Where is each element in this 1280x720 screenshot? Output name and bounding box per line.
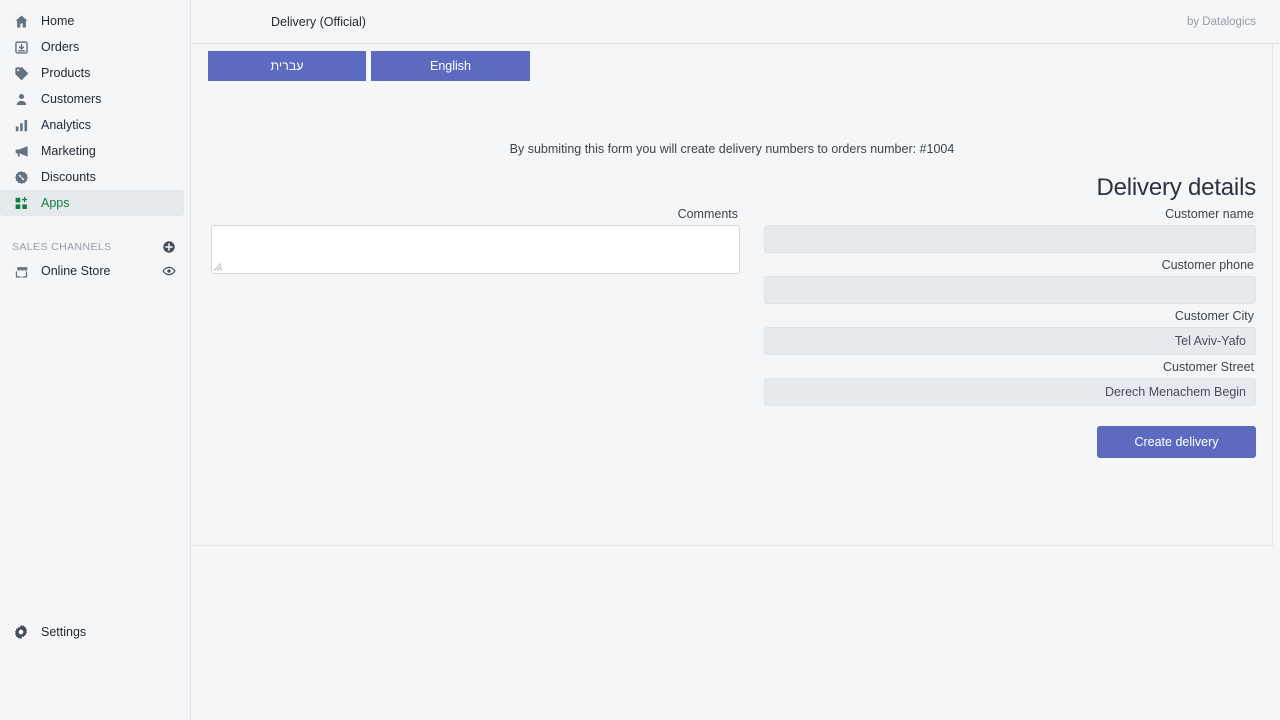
- sidebar-item-home[interactable]: Home: [0, 8, 184, 34]
- sidebar-item-label: Products: [41, 66, 90, 80]
- customer-street-label: Customer Street: [764, 360, 1256, 378]
- products-icon: [12, 64, 30, 82]
- sales-channels-title: SALES CHANNELS: [12, 241, 112, 253]
- customer-name-input[interactable]: [764, 225, 1256, 253]
- sidebar-item-label: Home: [41, 14, 74, 28]
- sidebar-item-customers[interactable]: Customers: [0, 86, 184, 112]
- gear-icon: [12, 623, 30, 641]
- sidebar-item-label: Discounts: [41, 170, 96, 184]
- eye-icon[interactable]: [162, 264, 176, 278]
- sidebar-item-settings[interactable]: Settings: [0, 619, 98, 645]
- customer-city-input[interactable]: [764, 327, 1256, 355]
- sidebar-item-orders[interactable]: Orders: [0, 34, 184, 60]
- form-note: By submiting this form you will create d…: [191, 142, 1273, 156]
- customer-name-field: Customer name: [764, 207, 1256, 253]
- sidebar-spacer: [0, 216, 190, 232]
- app-title: Delivery (Official): [271, 15, 366, 29]
- marketing-icon: [12, 142, 30, 160]
- sidebar-item-label: Apps: [41, 196, 70, 210]
- customer-phone-input[interactable]: [764, 276, 1256, 304]
- comments-column: Comments: [208, 207, 740, 279]
- settings-label: Settings: [41, 625, 86, 639]
- analytics-icon: [12, 116, 30, 134]
- page-scrollbar[interactable]: [1272, 44, 1280, 720]
- customer-city-field: Customer City: [764, 309, 1256, 355]
- create-delivery-button[interactable]: Create delivery: [1097, 426, 1256, 458]
- sidebar-item-marketing[interactable]: Marketing: [0, 138, 184, 164]
- language-button-english[interactable]: English: [371, 51, 530, 81]
- customer-street-field: Customer Street: [764, 360, 1256, 406]
- language-switcher: עברית English: [191, 44, 1273, 81]
- sidebar-item-online-store[interactable]: Online Store: [0, 258, 190, 284]
- apps-icon: [12, 194, 30, 212]
- sidebar-item-label: Analytics: [41, 118, 91, 132]
- app-shell: Home Orders Products Customers: [0, 0, 1280, 720]
- sidebar: Home Orders Products Customers: [0, 0, 191, 720]
- customer-phone-field: Customer phone: [764, 258, 1256, 304]
- customers-icon: [12, 90, 30, 108]
- home-icon: [12, 12, 30, 30]
- sidebar-item-products[interactable]: Products: [0, 60, 184, 86]
- orders-icon: [12, 38, 30, 56]
- section-title: Delivery details: [191, 174, 1273, 202]
- app-byline: by Datalogics: [1187, 16, 1264, 28]
- sidebar-item-label: Customers: [41, 92, 101, 106]
- submit-row: Create delivery: [191, 426, 1273, 458]
- embedded-app-frame: עברית English By submiting this form you…: [191, 44, 1273, 546]
- comments-input[interactable]: [211, 225, 740, 274]
- customer-phone-label: Customer phone: [764, 258, 1256, 276]
- comments-label: Comments: [211, 207, 740, 225]
- language-button-hebrew[interactable]: עברית: [208, 51, 366, 81]
- main-content: Delivery (Official) by Datalogics עברית …: [191, 0, 1280, 720]
- comments-textarea-wrapper: [211, 225, 740, 274]
- sidebar-item-analytics[interactable]: Analytics: [0, 112, 184, 138]
- channel-label: Online Store: [41, 264, 162, 278]
- sidebar-item-label: Marketing: [41, 144, 96, 158]
- sidebar-item-label: Orders: [41, 40, 79, 54]
- sidebar-item-discounts[interactable]: Discounts: [0, 164, 184, 190]
- customer-city-label: Customer City: [764, 309, 1256, 327]
- customer-street-input[interactable]: [764, 378, 1256, 406]
- store-icon: [12, 262, 30, 280]
- app-topbar: Delivery (Official) by Datalogics: [191, 0, 1280, 44]
- form-columns: Comments Customer name Customer phone: [191, 207, 1273, 411]
- comments-field: Comments: [211, 207, 740, 274]
- customer-name-label: Customer name: [764, 207, 1256, 225]
- plus-circle-icon[interactable]: [162, 240, 176, 254]
- details-column: Customer name Customer phone Customer Ci…: [740, 207, 1256, 411]
- discounts-icon: [12, 168, 30, 186]
- sales-channels-header: SALES CHANNELS: [0, 236, 190, 258]
- sidebar-item-apps[interactable]: Apps: [0, 190, 184, 216]
